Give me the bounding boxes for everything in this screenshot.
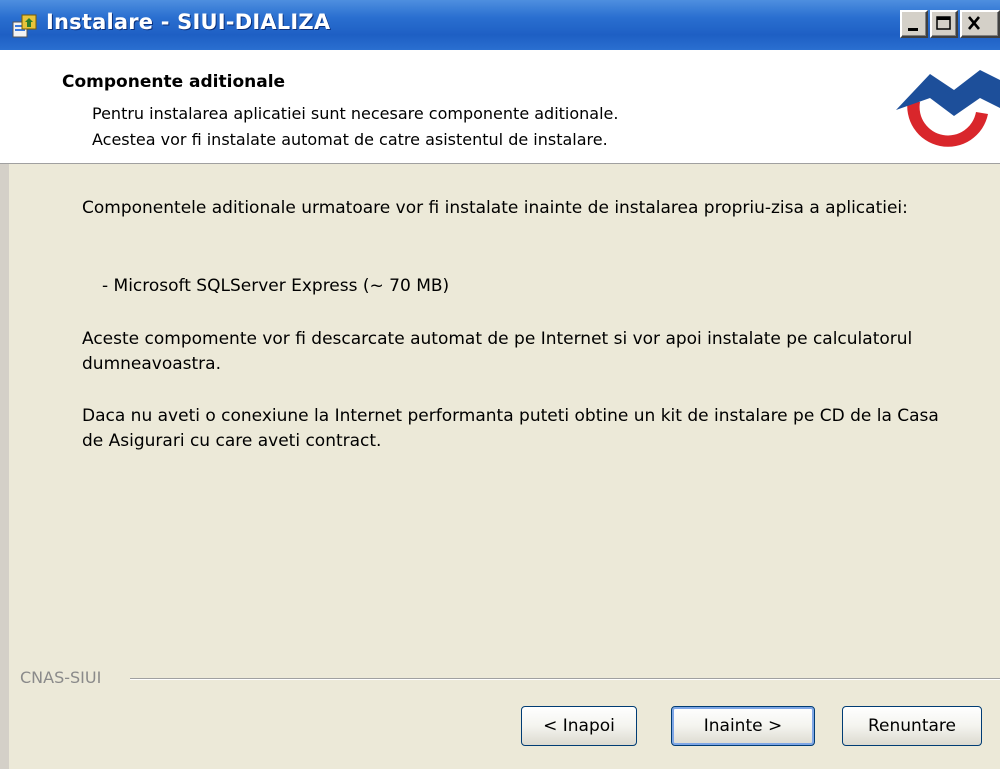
minimize-button[interactable] — [900, 10, 928, 38]
header-description-line-1: Pentru instalarea aplicatiei sunt necesa… — [92, 104, 619, 123]
footer-group-label: CNAS-SIUI — [20, 668, 110, 687]
download-paragraph: Aceste compomente vor fi descarcate auto… — [82, 329, 913, 374]
window-left-edge — [0, 164, 9, 769]
component-list-item: - Microsoft SQLServer Express (~ 70 MB) — [102, 276, 450, 296]
cancel-button[interactable]: Renuntare — [842, 706, 982, 746]
intro-paragraph: Componentele aditionale urmatoare vor fi… — [82, 198, 908, 218]
next-button[interactable]: Inainte > — [671, 706, 815, 746]
title-bar[interactable]: Instalare - SIUI-DIALIZA — [0, 0, 1000, 50]
close-button[interactable] — [960, 10, 1000, 38]
minimize-icon — [908, 28, 918, 31]
wizard-header: Componente aditionale Pentru instalarea … — [0, 50, 1000, 164]
cnas-logo — [896, 70, 1000, 147]
footer-divider — [130, 678, 1000, 680]
back-button[interactable]: < Inapoi — [521, 706, 637, 746]
app-installer-icon — [12, 14, 37, 38]
page-title: Componente aditionale — [62, 72, 286, 92]
close-icon — [968, 16, 980, 30]
maximize-icon — [936, 16, 951, 30]
window-title: Instalare - SIUI-DIALIZA — [46, 10, 331, 34]
maximize-button[interactable] — [930, 10, 958, 38]
header-description-line-2: Acestea vor fi instalate automat de catr… — [92, 130, 608, 149]
offline-kit-paragraph: Daca nu aveti o conexiune la Internet pe… — [82, 406, 939, 451]
